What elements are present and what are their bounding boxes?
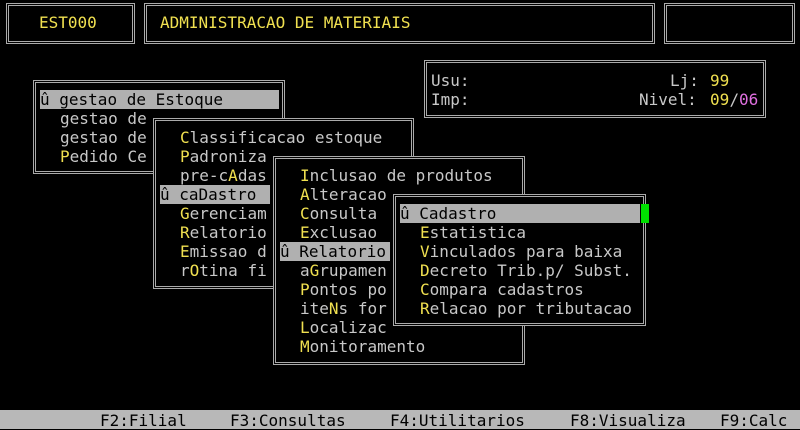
nivel-max: 06 [739, 90, 759, 109]
menu2-item-emissao[interactable]: Emissao d [180, 242, 267, 261]
menu2-item-padroniza[interactable]: Padroniza [180, 147, 267, 166]
menu1-item-gestao-3[interactable]: gestao de [60, 128, 147, 147]
lj-value: 99 [710, 71, 730, 90]
menu3-item-pontos[interactable]: Pontos po [300, 280, 387, 299]
menu3-item-localizacao[interactable]: Localizac [300, 318, 387, 337]
menu3-item-itens[interactable]: iteNs for [300, 299, 387, 318]
text-cursor [641, 204, 649, 223]
menu4-item-cadastro[interactable]: û Cadastro [400, 204, 640, 223]
f9-calc-key[interactable]: F9:Calc [720, 411, 787, 430]
menu1-item-gestao-estoque[interactable]: û gestao de Estoque [40, 90, 279, 109]
menu3-item-agrupamento[interactable]: aGrupamen [300, 261, 387, 280]
f8-visualiza-key[interactable]: F8:Visualiza [570, 411, 686, 430]
menu4-item-vinculados[interactable]: Vinculados para baixa [420, 242, 622, 261]
menu2-item-relatorio[interactable]: Relatorio [180, 223, 267, 242]
f4-utilitarios-key[interactable]: F4:Utilitarios [390, 411, 525, 430]
menu1-item-gestao-2[interactable]: gestao de [60, 109, 147, 128]
menu3-item-inclusao[interactable]: Inclusao de produtos [300, 166, 493, 185]
program-code: EST000 [39, 13, 97, 32]
menu2-item-rotina[interactable]: rOtina fi [180, 261, 267, 280]
menu2-item-cadastro[interactable]: û caDastro [160, 185, 270, 204]
menu3-item-alteracao[interactable]: Alteracao [300, 185, 387, 204]
usu-label: Usu: [431, 71, 470, 90]
nivel-value: 09 [710, 90, 730, 109]
lj-label: Lj: [670, 71, 699, 90]
f2-filial-key[interactable]: F2:Filial [100, 411, 187, 430]
menu3-item-consulta[interactable]: Consulta [300, 204, 377, 223]
menu3-item-exclusao[interactable]: Exclusao [300, 223, 377, 242]
function-key-bar: F2:Filial F3:Consultas F4:Utilitarios F8… [0, 410, 800, 430]
menu1-item-pedido[interactable]: Pedido Ce [60, 147, 147, 166]
menu2-item-gerenciam[interactable]: Gerenciam [180, 204, 267, 223]
f3-consultas-key[interactable]: F3:Consultas [230, 411, 346, 430]
window-title: ADMINISTRACAO DE MATERIAIS [160, 13, 411, 32]
header-right-box [664, 3, 795, 44]
menu3-item-monitoramento[interactable]: Monitoramento [300, 337, 425, 356]
menu4-item-relacao[interactable]: Relacao por tributacao [420, 299, 632, 318]
menu3-item-relatorio[interactable]: û Relatorio [280, 242, 390, 261]
menu2-item-classificacao[interactable]: Classificacao estoque [180, 128, 382, 147]
menu4-item-estatistica[interactable]: Estatistica [420, 223, 526, 242]
menu2-item-pre-cadas[interactable]: pre-cAdas [180, 166, 267, 185]
nivel-separator: / [729, 90, 740, 109]
nivel-label: Nivel: [639, 90, 697, 109]
menu4-item-decreto[interactable]: Decreto Trib.p/ Subst. [420, 261, 632, 280]
imp-label: Imp: [431, 90, 470, 109]
menu4-item-compara[interactable]: Compara cadastros [420, 280, 584, 299]
